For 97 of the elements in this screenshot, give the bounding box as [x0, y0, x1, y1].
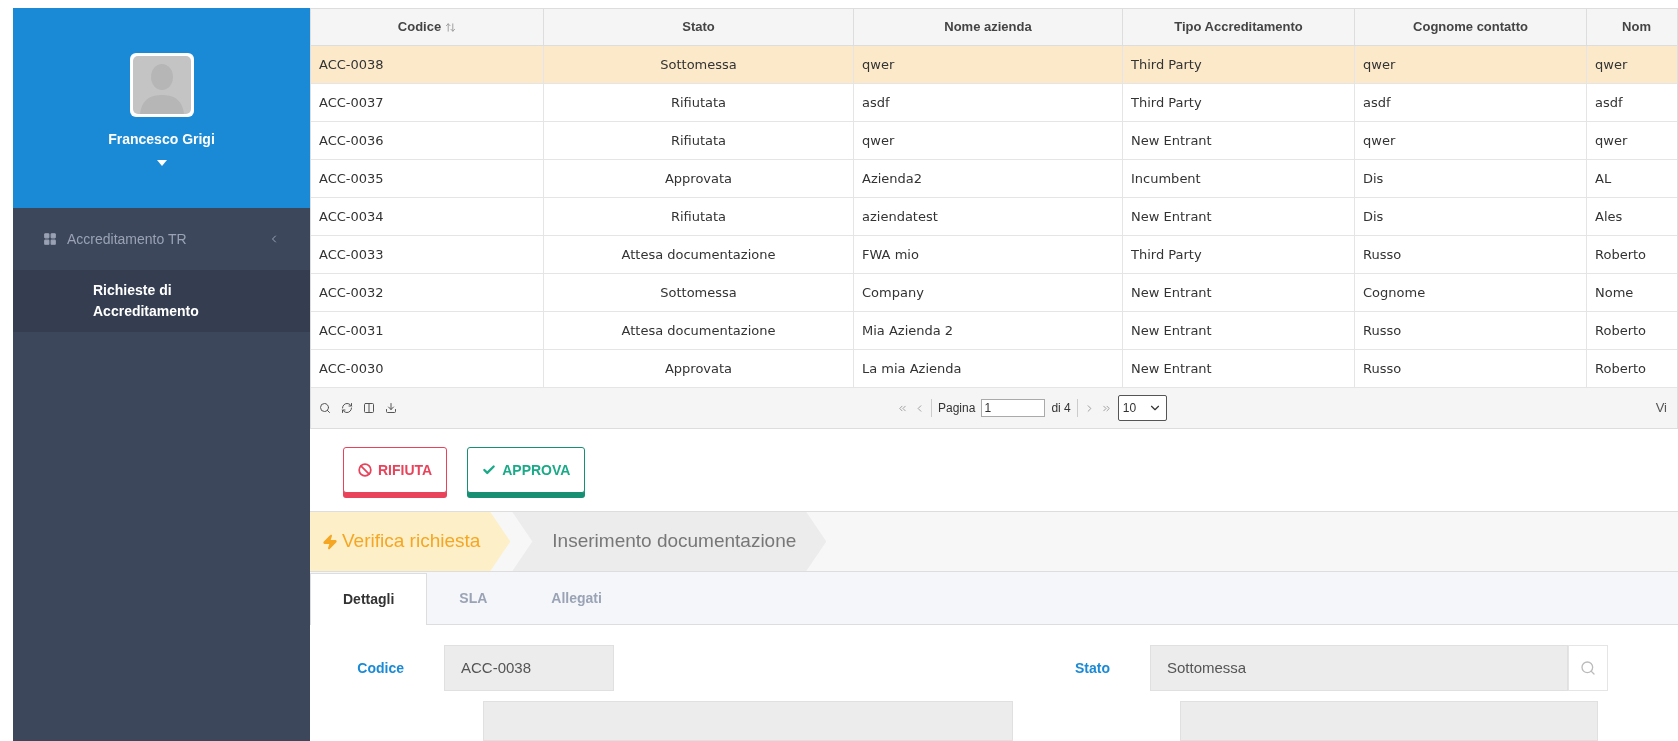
table-cell-text: FWA mio [862, 245, 919, 264]
input-field[interactable] [483, 701, 1013, 741]
table-cell-text: Sottomessa [660, 283, 737, 302]
page-count: di 4 [1051, 399, 1078, 417]
table-cell-text: Rifiutata [670, 131, 727, 150]
table-row[interactable]: ACC-0032 Sottomessa Company New Entrant Cognome Nome [311, 274, 1677, 312]
ban-icon [358, 463, 372, 477]
table-cell-text: ACC-0038 [319, 55, 384, 74]
column-header[interactable]: Nom [1587, 9, 1678, 45]
table-cell-text: qwer [1595, 55, 1628, 74]
table-cell-text: aziendatest [862, 207, 938, 226]
caret-icon[interactable] [156, 160, 167, 166]
lightning-icon [322, 533, 338, 550]
table-cell-text: Cognome [1363, 283, 1426, 302]
table-cell-text: Sottomessa [660, 55, 737, 74]
input-field[interactable]: Sottomessa [1150, 645, 1568, 691]
table-cell-text: asdf [1363, 93, 1391, 112]
sort-icon [445, 21, 457, 33]
user-name: Francesco Grigi [108, 130, 215, 149]
table-cell-text: Mia Azienda 2 [862, 321, 954, 340]
search-icon[interactable] [1580, 660, 1596, 676]
field-label: Codice [356, 658, 405, 678]
table-cell-text: ACC-0036 [319, 131, 384, 150]
avatar-icon [129, 53, 194, 117]
table-cell-text: Company [862, 283, 924, 302]
column-header[interactable]: Nome azienda [854, 9, 1123, 45]
table-cell-text: Third Party [1131, 55, 1202, 74]
table-cell-text: ACC-0031 [319, 321, 384, 340]
table-cell-text: New Entrant [1131, 207, 1212, 226]
table-cell-text: Third Party [1131, 93, 1202, 112]
table-cell-text: ACC-0035 [319, 169, 384, 188]
input-field[interactable] [1180, 701, 1598, 741]
table-cell-text: AL [1595, 169, 1612, 188]
table-cell-text: Nome [1595, 283, 1634, 302]
page-label: Pagina [931, 399, 976, 417]
table-cell-text: Approvata [664, 169, 733, 188]
table-cell-text: Ales [1595, 207, 1623, 226]
download-icon[interactable] [385, 402, 397, 414]
table-cell-text: Russo [1363, 321, 1402, 340]
table-cell-text: Dis [1363, 207, 1384, 226]
table-cell-text: Third Party [1131, 245, 1202, 264]
table-cell-text: Rifiutata [670, 93, 727, 112]
table-cell-text: Attesa documentazione [621, 245, 776, 264]
table-cell-text: ACC-0034 [319, 207, 384, 226]
table-cell-text: ACC-0032 [319, 283, 384, 302]
table-row[interactable]: ACC-0036 Rifiutata qwer New Entrant qwer qwer [311, 122, 1677, 160]
table-cell-text: Roberto [1595, 245, 1647, 264]
search-icon[interactable] [319, 402, 331, 414]
table-row[interactable]: ACC-0031 Attesa documentazione Mia Azienda 2 New Entrant Russo Roberto [311, 312, 1677, 350]
table-cell-text: New Entrant [1131, 359, 1212, 378]
columns-icon[interactable] [363, 402, 375, 414]
table-cell-text: qwer [1363, 131, 1396, 150]
table-cell-text: Dis [1363, 169, 1384, 188]
table-cell-text: qwer [1363, 55, 1396, 74]
tab[interactable]: Dettagli [310, 573, 428, 625]
table-row[interactable]: ACC-0035 Approvata Azienda2 Incumbent Dis AL [311, 160, 1677, 198]
view-info: Vi [1655, 399, 1667, 418]
table-row[interactable]: ACC-0034 Rifiutata aziendatest New Entrant Dis Ales [311, 198, 1677, 236]
table-cell-text: Attesa documentazione [621, 321, 776, 340]
input-field[interactable]: ACC-0038 [444, 645, 614, 691]
table-cell-text: Russo [1363, 359, 1402, 378]
menu-item[interactable]: Accreditamento TR [13, 208, 310, 270]
wizard-step[interactable]: Inserimento documentazione [512, 512, 827, 571]
table-cell-text: Rifiutata [670, 207, 727, 226]
table-cell-text: Roberto [1595, 359, 1647, 378]
table-row[interactable]: ACC-0030 Approvata La mia Azienda New Entrant Russo Roberto [311, 350, 1677, 388]
table-cell-text: Roberto [1595, 321, 1647, 340]
table-cell-text: La mia Azienda [862, 359, 962, 378]
table-cell-text: ACC-0037 [319, 93, 384, 112]
table-cell-text: asdf [862, 93, 890, 112]
table-cell-text: asdf [1595, 93, 1623, 112]
table-cell-text: ACC-0033 [319, 245, 384, 264]
page-field[interactable]: 1 [981, 399, 1046, 417]
table-cell-text: Approvata [664, 359, 733, 378]
column-header[interactable]: Stato [544, 9, 854, 45]
check-icon [482, 463, 497, 477]
table-cell-text: Russo [1363, 245, 1402, 264]
table-row[interactable]: ACC-0038 Sottomessa qwer Third Party qwer qwer [311, 46, 1677, 84]
table-cell-text: Incumbent [1131, 169, 1201, 188]
table-cell-text: Azienda2 [862, 169, 923, 188]
column-header[interactable]: Cognome contatto [1355, 9, 1587, 45]
page-size-select[interactable]: 10 [1117, 395, 1168, 421]
column-header[interactable]: Tipo Accreditamento [1123, 9, 1355, 45]
table-cell-text: New Entrant [1131, 321, 1212, 340]
table-cell-text: qwer [1595, 131, 1628, 150]
table-cell-text: ACC-0030 [319, 359, 384, 378]
table-row[interactable]: ACC-0037 Rifiutata asdf Third Party asdf asdf [311, 84, 1677, 122]
grid-icon [43, 232, 57, 246]
table-row[interactable]: ACC-0033 Attesa documentazione FWA mio Third Party Russo Roberto [311, 236, 1677, 274]
table-cell-text: New Entrant [1131, 283, 1212, 302]
column-header[interactable]: Codice [311, 9, 544, 45]
field-label: Stato [1074, 658, 1111, 678]
table-cell-text: qwer [862, 131, 895, 150]
table-cell-text: qwer [862, 55, 895, 74]
refresh-icon[interactable] [341, 402, 353, 414]
table-cell-text: New Entrant [1131, 131, 1212, 150]
submenu-item[interactable]: Richieste di Accreditamento [13, 270, 310, 332]
